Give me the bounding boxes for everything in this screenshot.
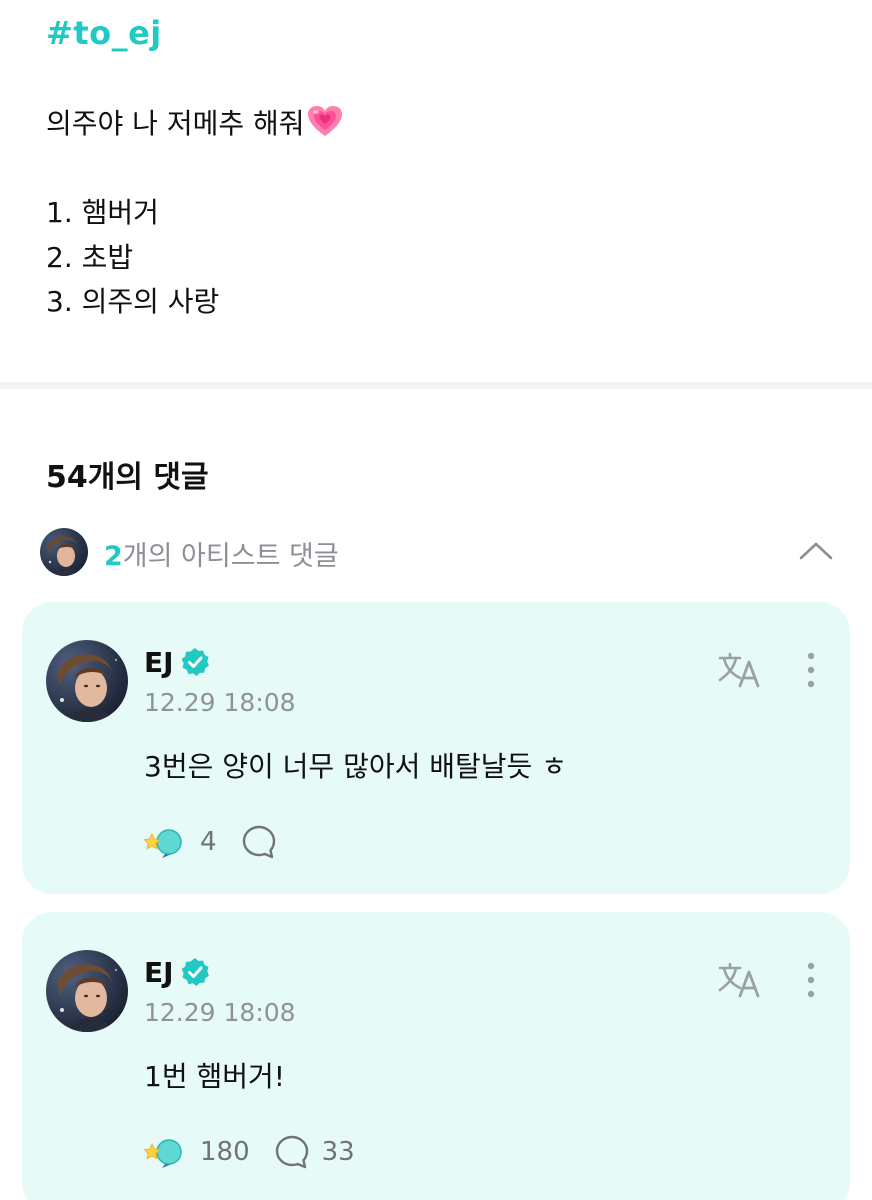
artist-comment-card: EJ 12.29 18:08 1번 햄버거! 180 33	[22, 912, 850, 1200]
comments-count-title: 54개의 댓글	[46, 460, 209, 495]
artist-comments-count: 2	[104, 541, 123, 572]
comment-actions: 180 33	[144, 1130, 355, 1174]
artist-comments-label: 2개의 아티스트 댓글	[104, 534, 339, 573]
comment-text: 3번은 양이 너무 많아서 배탈날듯 ㅎ	[144, 750, 567, 783]
comment-author[interactable]: EJ	[144, 644, 210, 680]
comment-author[interactable]: EJ	[144, 954, 210, 990]
comment-text: 1번 햄버거!	[144, 1060, 285, 1093]
post-line-1-text: 의주야 나 저메추 해줘	[46, 107, 305, 140]
comment-author-avatar[interactable]	[46, 640, 128, 722]
artist-comments-toggle[interactable]: 2개의 아티스트 댓글	[40, 524, 840, 580]
cheer-icon[interactable]	[144, 1130, 188, 1174]
comment-author-name: EJ	[144, 955, 174, 989]
growing-heart-emoji-icon	[307, 106, 342, 136]
reply-bubble-icon[interactable]	[274, 1134, 310, 1170]
post-detail-screen: #to_ej 의주야 나 저메추 해줘 1. 햄버거 2. 초밥 3. 의주의 …	[0, 0, 872, 1200]
comment-timestamp: 12.29 18:08	[144, 998, 296, 1027]
post-hashtag[interactable]: #to_ej	[46, 14, 162, 52]
more-vertical-icon[interactable]	[802, 650, 820, 690]
cheer-icon[interactable]	[144, 820, 188, 864]
reply-bubble-icon[interactable]	[241, 824, 277, 860]
section-divider	[0, 382, 872, 389]
translate-icon[interactable]	[716, 960, 762, 1000]
comment-actions: 4	[144, 820, 289, 864]
comment-timestamp: 12.29 18:08	[144, 688, 296, 717]
verified-badge-icon	[181, 648, 209, 676]
chevron-up-icon[interactable]	[798, 538, 834, 562]
comment-author-avatar[interactable]	[46, 950, 128, 1032]
reply-count: 33	[321, 1137, 355, 1167]
verified-badge-icon	[181, 958, 209, 986]
post-line-4: 3. 의주의 사랑	[46, 285, 220, 318]
post-line-2: 1. 햄버거	[46, 196, 159, 229]
artist-comments-label-text: 개의 아티스트 댓글	[122, 541, 339, 572]
artist-avatar-mini	[40, 528, 88, 576]
comment-author-name: EJ	[144, 645, 174, 679]
more-vertical-icon[interactable]	[802, 960, 820, 1000]
cheer-count: 4	[200, 827, 217, 857]
translate-icon[interactable]	[716, 650, 762, 690]
post-line-3: 2. 초밥	[46, 241, 134, 274]
cheer-count: 180	[200, 1137, 250, 1167]
artist-comment-card: EJ 12.29 18:08 3번은 양이 너무 많아서 배탈날듯 ㅎ 4	[22, 602, 850, 894]
post-line-1: 의주야 나 저메추 해줘	[46, 102, 343, 142]
